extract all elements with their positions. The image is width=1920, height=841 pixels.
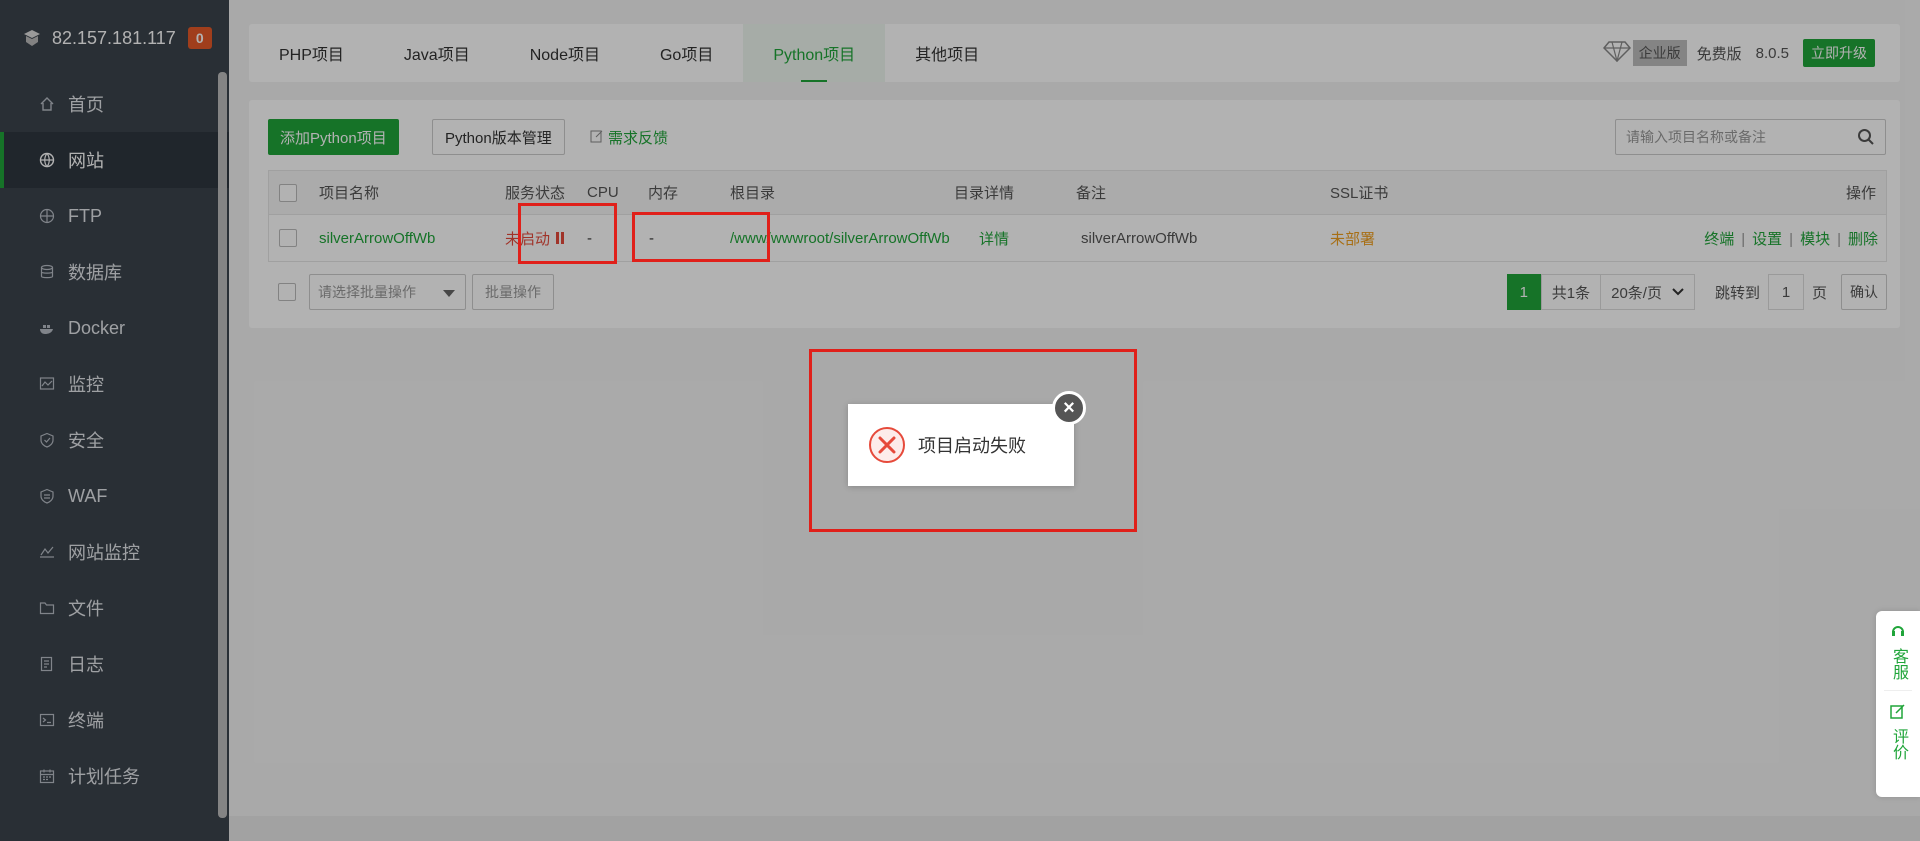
edit-icon xyxy=(1890,703,1906,724)
cpu-memory-highlight-box xyxy=(632,212,770,262)
close-icon[interactable]: × xyxy=(1052,391,1086,425)
status-highlight-box xyxy=(518,203,617,264)
error-toast: 项目启动失败 xyxy=(848,404,1074,486)
error-icon xyxy=(868,426,906,464)
headset-icon xyxy=(1890,623,1906,644)
review-label: 评价 xyxy=(1890,728,1907,760)
side-float-panel: 客服 评价 xyxy=(1876,611,1920,797)
customer-service-label: 客服 xyxy=(1890,648,1907,680)
customer-service-button[interactable]: 客服 xyxy=(1889,623,1907,680)
toast-message: 项目启动失败 xyxy=(918,436,1026,456)
side-float-divider xyxy=(1884,690,1912,691)
review-button[interactable]: 评价 xyxy=(1889,703,1907,760)
